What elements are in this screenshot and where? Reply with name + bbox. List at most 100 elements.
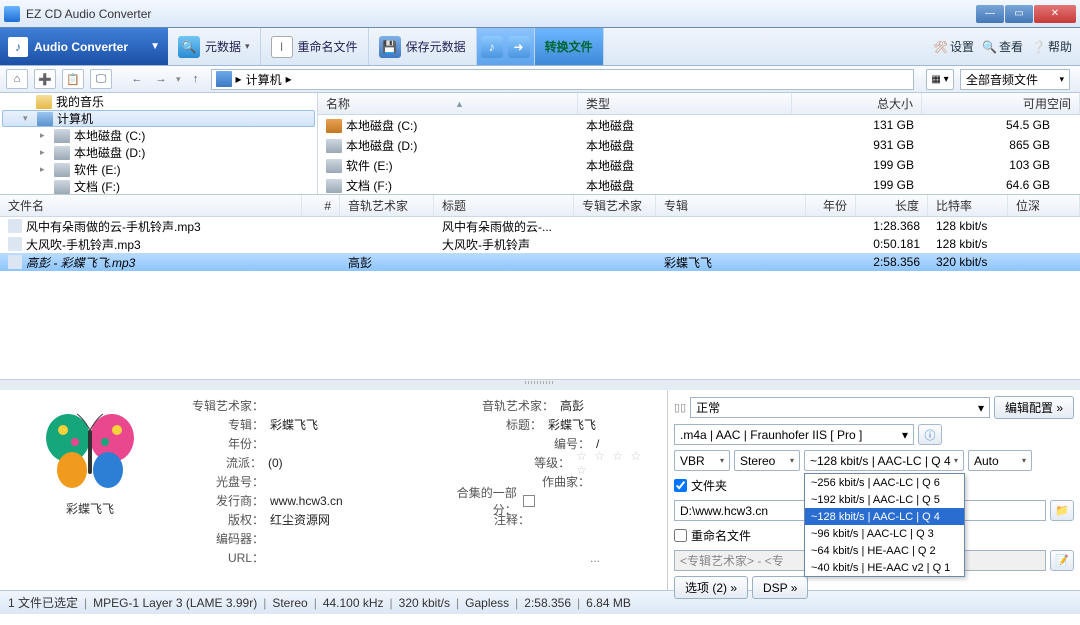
file-row[interactable]: 高彭 - 彩蝶飞飞.mp3高彭彩蝶飞飞2:58.356320 kbit/s xyxy=(0,253,1080,271)
quality-option[interactable]: ~192 kbit/s | AAC-LC | Q 5 xyxy=(805,491,964,508)
fcol-albumartist[interactable]: 专辑艺术家 xyxy=(574,195,656,216)
tree-node-drive-d[interactable]: ▸本地磁盘 (D:) xyxy=(18,144,317,161)
file-row[interactable]: 风中有朵雨做的云-手机铃声.mp3风中有朵雨做的云-...1:28.368128… xyxy=(0,217,1080,235)
drive-list: 名称▲ 类型 总大小 可用空间 本地磁盘 (C:)本地磁盘131 GB54.5 … xyxy=(318,93,1080,194)
dsp-button[interactable]: DSP » xyxy=(752,576,808,599)
col-type[interactable]: 类型 xyxy=(578,93,792,114)
rename-config-button[interactable]: 📝 xyxy=(1050,550,1074,571)
more-link[interactable]: ... xyxy=(590,551,600,565)
settings-link[interactable]: 🛠设置 xyxy=(933,38,974,55)
convert-icon-group[interactable]: ♪ ➜ xyxy=(477,28,535,65)
fcol-length[interactable]: 长度 xyxy=(856,195,928,216)
note-icon: ♪ xyxy=(481,36,503,58)
folder-icon xyxy=(36,95,52,109)
auto-select[interactable]: Auto▾ xyxy=(968,450,1032,471)
album-art-title: 彩蝶飞飞 xyxy=(66,500,114,517)
breadcrumb[interactable]: ▸ 计算机 ▸ xyxy=(211,69,914,90)
home-button[interactable]: ⌂ xyxy=(6,69,28,89)
arrow-icon: ➜ xyxy=(508,36,530,58)
drive-icon xyxy=(54,129,70,143)
back-button[interactable]: ← xyxy=(128,69,146,89)
help-link[interactable]: ❔帮助 xyxy=(1031,38,1072,55)
quality-option[interactable]: ~96 kbit/s | AAC-LC | Q 3 xyxy=(805,525,964,542)
compilation-checkbox[interactable] xyxy=(523,495,535,507)
view-mode-button[interactable]: ▦ ▾ xyxy=(926,69,954,90)
quality-option[interactable]: ~128 kbit/s | AAC-LC | Q 4 xyxy=(805,508,964,525)
tree-node-computer[interactable]: ▾计算机 xyxy=(2,110,315,127)
mode-icon: ▯▯ xyxy=(674,401,686,414)
rename-icon: I xyxy=(271,36,293,58)
convert-files-button[interactable]: 转换文件 xyxy=(535,28,604,65)
fcol-artist[interactable]: 音轨艺术家 xyxy=(340,195,434,216)
search-icon: 🔍 xyxy=(982,40,996,54)
save-icon: 💾 xyxy=(379,36,401,58)
quality-option[interactable]: ~256 kbit/s | AAC-LC | Q 6 xyxy=(805,474,964,491)
mode-audio-converter[interactable]: ♪ Audio Converter ▼ xyxy=(0,28,168,65)
close-button[interactable]: ✕ xyxy=(1034,5,1076,23)
minimize-button[interactable]: — xyxy=(976,5,1004,23)
tree-node-drive-c[interactable]: ▸本地磁盘 (C:) xyxy=(18,127,317,144)
forward-button[interactable]: → xyxy=(152,69,170,89)
file-header: 文件名 # 音轨艺术家 标题 专辑艺术家 专辑 年份 长度 比特率 位深 xyxy=(0,195,1080,217)
drive-row[interactable]: 软件 (E:)本地磁盘199 GB103 GB xyxy=(318,155,1080,175)
drive-icon xyxy=(54,146,70,160)
encoding-panel: ▯▯ 正常▾ 编辑配置 » .m4a | AAC | Fraunhofer II… xyxy=(668,390,1080,590)
vbr-select[interactable]: VBR▾ xyxy=(674,450,730,471)
drive-row[interactable]: 本地磁盘 (C:)本地磁盘131 GB54.5 GB xyxy=(318,115,1080,135)
wrench-icon: 🛠 xyxy=(933,40,947,54)
folder-button[interactable]: 🖵 xyxy=(90,69,112,89)
metadata-panel: 专辑艺术家：音轨艺术家：高彭 专辑：彩蝶飞飞标题：彩蝶飞飞 年份：编号：/ 流派… xyxy=(180,390,667,590)
rename-files-check[interactable]: 重命名文件 xyxy=(674,526,751,545)
output-folder-check[interactable]: 文件夹 xyxy=(674,476,727,495)
quality-select[interactable]: ~128 kbit/s | AAC-LC | Q 4▾ xyxy=(804,450,964,471)
publisher-link[interactable]: www.hcw3.cn xyxy=(270,494,343,508)
options-button[interactable]: 选项 (2) » xyxy=(674,576,748,599)
album-art-image[interactable] xyxy=(35,408,145,494)
maximize-button[interactable]: ▭ xyxy=(1005,5,1033,23)
fcol-title[interactable]: 标题 xyxy=(434,195,574,216)
metadata-icon: 🔍 xyxy=(178,36,200,58)
rename-files-button[interactable]: I 重命名文件 xyxy=(261,28,369,65)
window-title: EZ CD Audio Converter xyxy=(26,7,975,21)
fcol-year[interactable]: 年份 xyxy=(806,195,856,216)
col-total[interactable]: 总大小 xyxy=(792,93,922,114)
fcol-bitrate[interactable]: 比特率 xyxy=(928,195,1008,216)
col-name[interactable]: 名称▲ xyxy=(318,93,578,114)
tree-node-drive-f[interactable]: 文档 (F:) xyxy=(18,178,317,194)
channels-select[interactable]: Stereo▾ xyxy=(734,450,800,471)
main-toolbar: ♪ Audio Converter ▼ 🔍 元数据▾ I 重命名文件 💾 保存元… xyxy=(0,28,1080,66)
edit-config-button[interactable]: 编辑配置 » xyxy=(994,396,1074,419)
help-icon: ❔ xyxy=(1031,40,1045,54)
computer-icon xyxy=(216,71,232,87)
file-row[interactable]: 大风吹-手机铃声.mp3大风吹-手机铃声0:50.181128 kbit/s xyxy=(0,235,1080,253)
fcol-file[interactable]: 文件名 xyxy=(0,195,302,216)
quality-option[interactable]: ~40 kbit/s | HE-AAC v2 | Q 1 xyxy=(805,559,964,576)
drive-icon xyxy=(54,163,70,177)
tree-node-drive-e[interactable]: ▸软件 (E:) xyxy=(18,161,317,178)
file-list[interactable]: 风中有朵雨做的云-手机铃声.mp3风中有朵雨做的云-...1:28.368128… xyxy=(0,217,1080,271)
format-info-button[interactable]: ⓘ xyxy=(918,424,942,445)
drive-row[interactable]: 本地磁盘 (D:)本地磁盘931 GB865 GB xyxy=(318,135,1080,155)
music-note-icon: ♪ xyxy=(8,37,28,57)
remove-button[interactable]: 📋 xyxy=(62,69,84,89)
quality-dropdown[interactable]: ~256 kbit/s | AAC-LC | Q 6~192 kbit/s | … xyxy=(804,473,965,577)
view-link[interactable]: 🔍查看 xyxy=(982,38,1023,55)
col-free[interactable]: 可用空间 xyxy=(922,93,1080,114)
file-filter-select[interactable]: 全部音频文件▾ xyxy=(960,69,1070,90)
fcol-album[interactable]: 专辑 xyxy=(656,195,806,216)
quality-option[interactable]: ~64 kbit/s | HE-AAC | Q 2 xyxy=(805,542,964,559)
folder-tree[interactable]: 我的音乐 ▾计算机 ▸本地磁盘 (C:) ▸本地磁盘 (D:) ▸软件 (E:)… xyxy=(0,93,318,194)
tree-node-music[interactable]: 我的音乐 xyxy=(0,93,317,110)
add-button[interactable]: ➕ xyxy=(34,69,56,89)
drive-row[interactable]: 文档 (F:)本地磁盘199 GB64.6 GB xyxy=(318,175,1080,195)
format-select[interactable]: .m4a | AAC | Fraunhofer IIS [ Pro ]▾ xyxy=(674,424,914,445)
browse-folder-button[interactable]: 📁 xyxy=(1050,500,1074,521)
fcol-num[interactable]: # xyxy=(302,195,340,216)
encoding-mode-select[interactable]: 正常▾ xyxy=(690,397,990,418)
splitter-handle[interactable] xyxy=(0,380,1080,385)
dropdown-arrow-icon: ▼ xyxy=(150,41,160,52)
metadata-button[interactable]: 🔍 元数据▾ xyxy=(168,28,261,65)
fcol-depth[interactable]: 位深 xyxy=(1008,195,1080,216)
up-button[interactable]: ↑ xyxy=(187,69,205,89)
save-metadata-button[interactable]: 💾 保存元数据 xyxy=(369,28,477,65)
